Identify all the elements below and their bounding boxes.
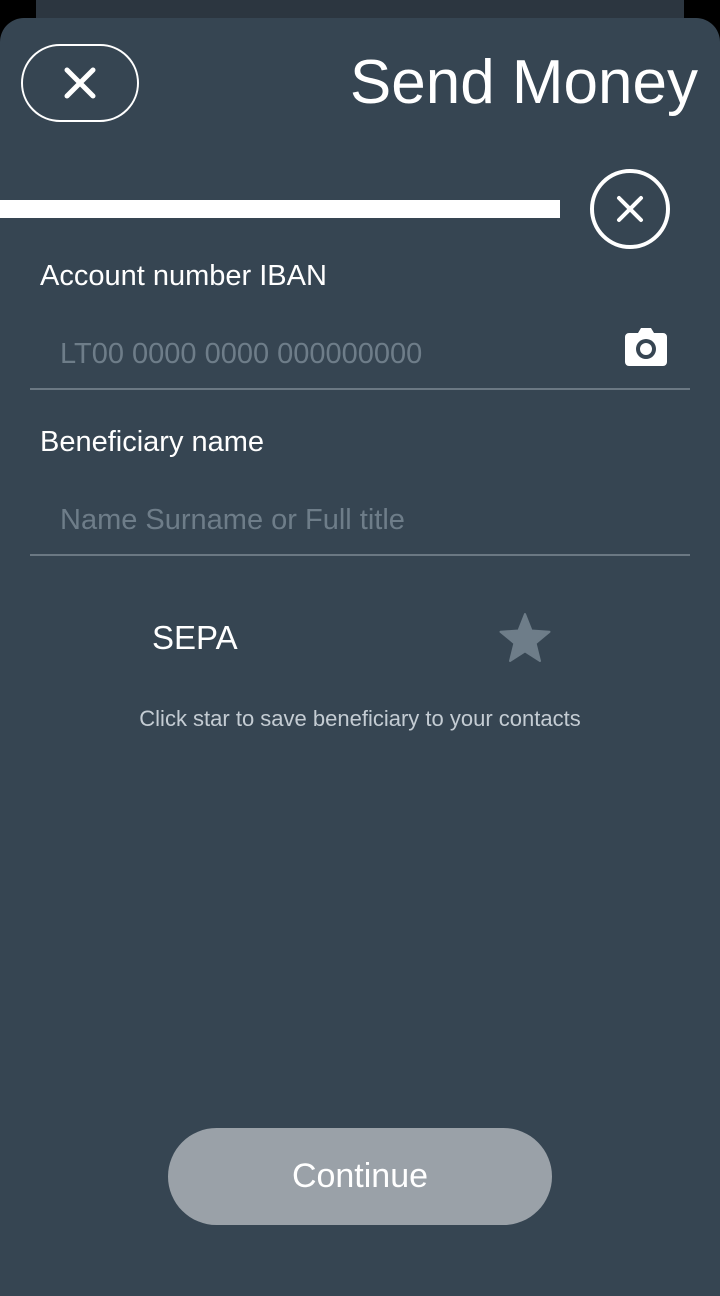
camera-icon[interactable]	[624, 327, 668, 367]
close-icon	[64, 67, 96, 99]
beneficiary-label: Beneficiary name	[40, 426, 265, 458]
iban-input[interactable]	[30, 320, 690, 390]
iban-label: Account number IBAN	[40, 260, 327, 292]
progress-bar	[0, 200, 560, 218]
clear-button[interactable]	[590, 169, 670, 249]
save-contact-hint: Click star to save beneficiary to your c…	[139, 706, 581, 731]
page-title: Send Money	[349, 48, 698, 117]
close-button[interactable]	[21, 44, 139, 122]
send-money-sheet: Send Money Account number IBAN Beneficia…	[0, 18, 720, 1296]
continue-button[interactable]: Continue	[168, 1128, 552, 1225]
close-circle-icon	[617, 196, 643, 222]
payment-type-label: SEPA	[152, 619, 238, 656]
beneficiary-name-input[interactable]	[30, 486, 690, 556]
star-icon[interactable]	[498, 612, 552, 664]
